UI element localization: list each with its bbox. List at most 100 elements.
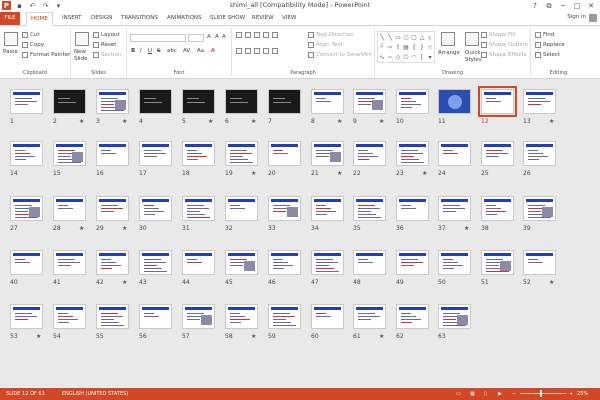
star-shape-icon[interactable]: ☆: [426, 42, 434, 52]
freeform-shape-icon[interactable]: ~: [386, 52, 394, 62]
slide-thumbnail[interactable]: [96, 141, 129, 166]
cut-button[interactable]: Cut: [22, 32, 39, 38]
brace-shape-icon[interactable]: {: [410, 42, 418, 52]
arrange-button[interactable]: Arrange: [438, 50, 460, 56]
zoom-out-button[interactable]: −: [512, 391, 516, 397]
slide-thumbnail[interactable]: [53, 250, 86, 275]
slide-thumbnail[interactable]: [396, 141, 429, 166]
layout-button[interactable]: Layout: [93, 32, 120, 38]
slide-thumbnail[interactable]: [481, 250, 514, 275]
slide-thumbnail[interactable]: [96, 89, 129, 114]
slide-thumbnail[interactable]: [523, 141, 556, 166]
close-button[interactable]: ✕: [584, 0, 598, 12]
slide-thumbnail[interactable]: [53, 196, 86, 221]
sign-in-link[interactable]: Sign in: [567, 14, 586, 20]
pentagon-shape-icon[interactable]: ⬠: [402, 52, 410, 62]
slide-thumbnail[interactable]: [96, 196, 129, 221]
paste-icon[interactable]: [4, 32, 18, 46]
slide-thumbnail[interactable]: [53, 304, 86, 329]
change-case-button[interactable]: Aa: [197, 48, 204, 54]
slide-thumbnail[interactable]: [311, 89, 344, 114]
transition-star-icon[interactable]: ★: [379, 333, 384, 340]
line-shape-icon[interactable]: ╲: [378, 32, 386, 42]
slide-thumbnail[interactable]: [182, 89, 215, 114]
minimize-button[interactable]: ─: [556, 0, 570, 12]
paste-button[interactable]: Paste: [3, 49, 18, 55]
slide-thumbnail[interactable]: [438, 89, 471, 114]
tab-transitions[interactable]: TRANSITIONS: [117, 12, 162, 25]
slide-thumbnail[interactable]: [353, 89, 386, 114]
slide-thumbnail[interactable]: [353, 141, 386, 166]
underline-button[interactable]: U: [148, 48, 152, 54]
rounded-rect-shape-icon[interactable]: ▢: [410, 32, 418, 42]
slide-thumbnail[interactable]: [10, 304, 43, 329]
user-icon[interactable]: [589, 14, 597, 22]
bold-button[interactable]: B: [131, 48, 135, 54]
quick-styles-label[interactable]: Styles: [465, 57, 482, 63]
bracket-shape-icon[interactable]: [: [418, 52, 426, 62]
slide-sorter-view-icon[interactable]: ▦: [470, 391, 475, 397]
font-color-button[interactable]: A: [211, 48, 215, 54]
align-left-icon[interactable]: [236, 48, 242, 54]
normal-view-icon[interactable]: ▭: [456, 391, 461, 397]
tab-file[interactable]: FILE: [0, 12, 20, 25]
transition-star-icon[interactable]: ★: [251, 170, 256, 177]
help-button[interactable]: ?: [528, 0, 542, 12]
diamond-shape-icon[interactable]: ◇: [394, 52, 402, 62]
select-button[interactable]: Select: [535, 52, 560, 58]
transition-star-icon[interactable]: ★: [122, 279, 127, 286]
slide-thumbnail[interactable]: [396, 196, 429, 221]
shrink-font-icon[interactable]: A: [215, 34, 219, 40]
quick-styles-button[interactable]: Quick: [465, 50, 481, 56]
slide-thumbnail[interactable]: [53, 141, 86, 166]
zoom-slider-thumb[interactable]: [540, 390, 542, 397]
tab-animations[interactable]: ANIMATIONS: [163, 12, 206, 25]
arrange-icon[interactable]: [441, 32, 455, 46]
align-right-icon[interactable]: [254, 48, 260, 54]
maximize-button[interactable]: □: [570, 0, 584, 12]
slide-thumbnail[interactable]: [396, 304, 429, 329]
slide-thumbnail[interactable]: [311, 304, 344, 329]
line-shape-icon[interactable]: ╲: [386, 32, 394, 42]
ribbon-display-button[interactable]: ⧉: [542, 0, 556, 12]
slide-thumbnail[interactable]: [225, 250, 258, 275]
format-painter-button[interactable]: Format Painter: [22, 52, 70, 58]
slide-thumbnail[interactable]: [139, 141, 172, 166]
slide-thumbnail[interactable]: [10, 196, 43, 221]
tab-insert[interactable]: INSERT: [58, 12, 85, 25]
zoom-level[interactable]: 25%: [577, 391, 588, 397]
new-slide-icon[interactable]: [75, 32, 89, 46]
character-spacing-button[interactable]: AV: [183, 48, 190, 54]
transition-star-icon[interactable]: ★: [79, 118, 84, 125]
new-slide-label[interactable]: Slide: [74, 56, 87, 62]
zoom-in-button[interactable]: +: [569, 391, 573, 397]
slide-thumbnail[interactable]: [139, 304, 172, 329]
slide-thumbnail[interactable]: [182, 141, 215, 166]
strikethrough-button[interactable]: S: [157, 48, 161, 54]
slide-thumbnail[interactable]: [438, 141, 471, 166]
curve-shape-icon[interactable]: ∿: [378, 52, 386, 62]
line-spacing-icon[interactable]: [272, 32, 278, 38]
transition-star-icon[interactable]: ★: [337, 170, 342, 177]
slide-thumbnail[interactable]: [53, 89, 86, 114]
tab-view[interactable]: VIEW: [278, 12, 300, 25]
slide-thumbnail[interactable]: [311, 141, 344, 166]
italic-button[interactable]: I: [140, 48, 142, 54]
transition-star-icon[interactable]: ★: [422, 170, 427, 177]
language-status[interactable]: ENGLISH (UNITED STATES): [62, 391, 128, 397]
slide-thumbnail[interactable]: [481, 141, 514, 166]
clear-format-icon[interactable]: A: [222, 34, 226, 40]
font-name-select[interactable]: [130, 34, 186, 42]
tab-slide-show[interactable]: SLIDE SHOW: [206, 12, 249, 25]
bullets-icon[interactable]: [236, 32, 242, 38]
transition-star-icon[interactable]: ★: [79, 225, 84, 232]
slide-thumbnail[interactable]: [478, 86, 517, 117]
slide-thumbnail[interactable]: [268, 141, 301, 166]
columns-icon[interactable]: [272, 48, 278, 54]
increase-indent-icon[interactable]: [263, 32, 269, 38]
slide-thumbnail[interactable]: [96, 304, 129, 329]
slide-thumbnail[interactable]: [481, 196, 514, 221]
slide-thumbnail[interactable]: [311, 196, 344, 221]
transition-star-icon[interactable]: ★: [549, 118, 554, 125]
textbox-shape-icon[interactable]: ▤: [402, 42, 410, 52]
